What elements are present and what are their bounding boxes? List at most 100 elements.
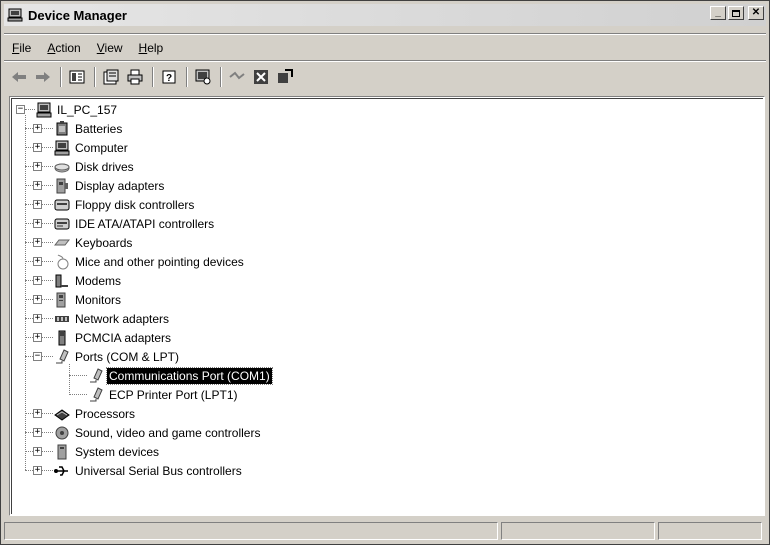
tree-category-keyboards[interactable]: Keyboards <box>54 233 134 252</box>
menu-view[interactable]: View <box>89 41 131 55</box>
disable-icon <box>254 70 268 84</box>
close-button[interactable]: ✕ <box>748 6 764 20</box>
tree-item-label: Processors <box>75 406 136 421</box>
forward-icon <box>36 72 50 82</box>
tree-device-communications-port-com1[interactable]: Communications Port (COM1) <box>88 366 273 385</box>
tree-category-disk-drives[interactable]: Disk drives <box>54 157 136 176</box>
back-button[interactable] <box>8 66 30 88</box>
uninstall-button[interactable] <box>226 66 248 88</box>
toolbar: ? <box>4 63 766 91</box>
close-icon: ✕ <box>751 7 761 18</box>
tree-root-computer[interactable]: IL_PC_157 <box>36 100 119 119</box>
title-menu-divider <box>4 33 766 35</box>
tree-item-label: Communications Port (COM1) <box>106 366 273 385</box>
tree-connector <box>69 394 87 395</box>
toolbar-separator <box>94 67 96 87</box>
toolbar-separator <box>60 67 62 87</box>
keyboard-icon <box>54 235 70 251</box>
disk-drive-icon <box>54 159 70 175</box>
tree-category-sound-video-and-game-controllers[interactable]: Sound, video and game controllers <box>54 423 262 442</box>
maximize-button[interactable] <box>728 6 744 20</box>
status-panel-main <box>4 522 498 540</box>
device-manager-icon <box>6 7 24 23</box>
svg-text:?: ? <box>166 73 172 84</box>
tree-category-ports-com-lpt[interactable]: Ports (COM & LPT) <box>54 347 181 366</box>
tree-category-pcmcia-adapters[interactable]: PCMCIA adapters <box>54 328 173 347</box>
expand-expander[interactable]: + <box>33 447 42 456</box>
tree-item-label: Floppy disk controllers <box>75 197 195 212</box>
forward-button[interactable] <box>32 66 54 88</box>
tree-item-label: Ports (COM & LPT) <box>75 349 180 364</box>
tree-device-ecp-printer-port-lpt1[interactable]: ECP Printer Port (LPT1) <box>88 385 239 404</box>
computer-icon <box>36 102 52 118</box>
show-hide-tree-icon <box>69 70 85 84</box>
tree-category-processors[interactable]: Processors <box>54 404 137 423</box>
tree-category-computer[interactable]: Computer <box>54 138 130 157</box>
disable-button[interactable] <box>250 66 272 88</box>
expand-expander[interactable]: + <box>33 314 42 323</box>
update-driver-button[interactable] <box>274 66 296 88</box>
help-icon: ? <box>162 70 176 84</box>
title-bar[interactable]: Device Manager _ ✕ <box>4 4 766 26</box>
expand-expander[interactable]: + <box>33 200 42 209</box>
menu-label-rest: iew <box>104 41 123 55</box>
tree-item-label: Mice and other pointing devices <box>75 254 244 269</box>
mouse-icon <box>54 254 70 270</box>
menu-action[interactable]: Action <box>39 41 88 55</box>
tree-connector <box>69 375 87 376</box>
tree-item-label: ECP Printer Port (LPT1) <box>109 387 238 402</box>
expand-expander[interactable]: + <box>33 143 42 152</box>
expand-expander[interactable]: + <box>33 124 42 133</box>
tree-category-modems[interactable]: Modems <box>54 271 123 290</box>
floppy-controller-icon <box>54 197 70 213</box>
expand-expander[interactable]: + <box>33 219 42 228</box>
tree-category-system-devices[interactable]: System devices <box>54 442 161 461</box>
menu-bar: File Action View Help <box>4 37 766 59</box>
expand-expander[interactable]: + <box>33 181 42 190</box>
tree-item-label: Computer <box>75 140 128 155</box>
expand-expander[interactable]: + <box>33 333 42 342</box>
toolbar-separator <box>152 67 154 87</box>
device-manager-window: Device Manager _ ✕ File Action View Help ? <box>0 0 770 545</box>
tree-item-label: Batteries <box>75 121 123 136</box>
print-button[interactable] <box>124 66 146 88</box>
menu-file[interactable]: File <box>4 41 39 55</box>
tree-item-label: PCMCIA adapters <box>75 330 172 345</box>
expand-expander[interactable]: + <box>33 409 42 418</box>
tree-category-network-adapters[interactable]: Network adapters <box>54 309 171 328</box>
menu-help[interactable]: Help <box>131 41 172 55</box>
menu-label-rest: ction <box>55 41 81 55</box>
tree-category-floppy-disk-controllers[interactable]: Floppy disk controllers <box>54 195 196 214</box>
tree-category-display-adapters[interactable]: Display adapters <box>54 176 166 195</box>
status-panel-2 <box>501 522 655 540</box>
tree-category-batteries[interactable]: Batteries <box>54 119 124 138</box>
minimize-button[interactable]: _ <box>710 6 726 20</box>
status-bar <box>4 522 766 542</box>
expand-expander[interactable]: + <box>33 466 42 475</box>
modem-icon <box>54 273 70 289</box>
expand-expander[interactable]: + <box>33 238 42 247</box>
tree-category-ide-ata-atapi-controllers[interactable]: IDE ATA/ATAPI controllers <box>54 214 216 233</box>
toolbar-separator <box>220 67 222 87</box>
port-icon <box>88 386 104 403</box>
display-adapter-icon <box>54 178 70 194</box>
monitor-icon <box>54 292 70 308</box>
device-tree[interactable]: − IL_PC_157 + Batteries + Computer + Disk drive… <box>9 96 765 516</box>
expand-expander[interactable]: + <box>33 276 42 285</box>
help-button[interactable]: ? <box>158 66 180 88</box>
tree-item-label: Monitors <box>75 292 122 307</box>
expand-expander[interactable]: + <box>33 428 42 437</box>
tree-item-label: Sound, video and game controllers <box>75 425 261 440</box>
expand-expander[interactable]: + <box>33 162 42 171</box>
system-device-icon <box>54 444 70 460</box>
expand-expander[interactable]: + <box>33 257 42 266</box>
root-collapse-expander[interactable]: − <box>16 105 25 114</box>
tree-category-universal-serial-bus-controllers[interactable]: Universal Serial Bus controllers <box>54 461 244 480</box>
expand-expander[interactable]: + <box>33 295 42 304</box>
tree-category-mice-and-other-pointing-devices[interactable]: Mice and other pointing devices <box>54 252 246 271</box>
properties-button[interactable] <box>100 66 122 88</box>
show-hide-tree-button[interactable] <box>66 66 88 88</box>
collapse-expander[interactable]: − <box>33 352 42 361</box>
tree-category-monitors[interactable]: Monitors <box>54 290 123 309</box>
scan-hardware-button[interactable] <box>192 66 214 88</box>
